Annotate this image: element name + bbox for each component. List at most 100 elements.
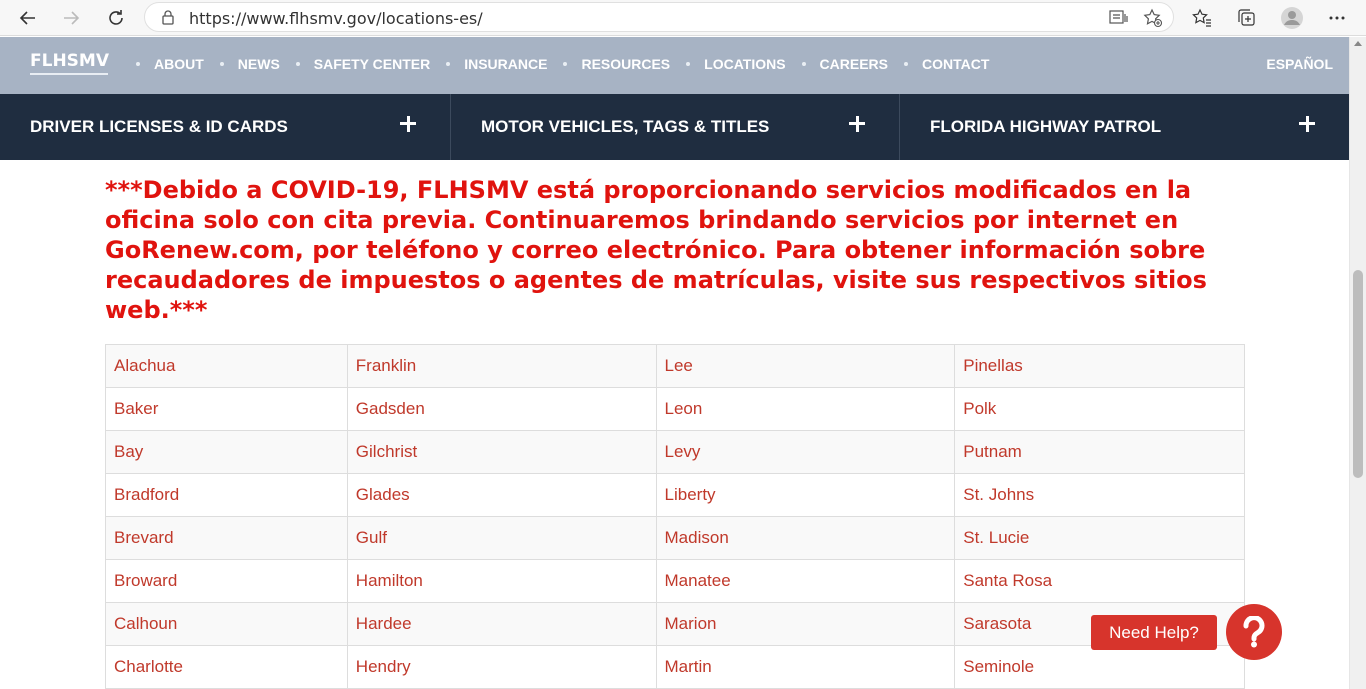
page-scrollbar[interactable] [1349,37,1366,689]
forward-button[interactable] [58,5,84,31]
site-logo[interactable]: FLHSMV [30,51,109,75]
county-link[interactable]: Hendry [346,645,657,689]
menu-bullet [219,62,224,66]
arrow-left-icon [19,11,35,25]
menu-label: CONTACT [922,56,990,72]
address-bar[interactable]: https://www.flhsmv.gov/locations-es/ [144,2,1174,32]
county-table: Alachua Franklin Lee Pinellas Baker Gads… [105,344,1245,689]
back-button[interactable] [15,5,41,31]
menu-item-about[interactable]: ABOUT [136,56,220,72]
county-link[interactable]: Madison [655,516,956,560]
service-tab-driver-licenses[interactable]: DRIVER LICENSES & ID CARDS [0,94,451,160]
refresh-icon [109,10,123,25]
menu-bullet [801,62,806,66]
menu-label: ABOUT [154,56,204,72]
menu-label: CAREERS [819,56,889,72]
menu-item-contact[interactable]: CONTACT [904,56,1005,72]
refresh-button[interactable] [103,5,129,31]
county-link[interactable]: Leon [655,387,956,431]
table-row: Charlotte Hendry Martin Seminole [105,645,1245,689]
browser-toolbar: https://www.flhsmv.gov/locations-es/ [0,0,1366,36]
county-link[interactable]: Martin [655,645,956,689]
county-link[interactable]: Calhoun [105,602,348,646]
county-link[interactable]: Alachua [105,344,348,388]
service-tab-motor-vehicles[interactable]: MOTOR VEHICLES, TAGS & TITLES [451,94,900,160]
menu-bullet [295,62,300,66]
county-link[interactable]: Liberty [655,473,956,517]
menu-label: LOCATIONS [704,56,786,72]
county-link[interactable]: Gilchrist [346,430,657,474]
avatar-icon [1281,7,1303,29]
menu-label: SAFETY CENTER [313,56,431,72]
favorites-icon [1192,8,1211,27]
menu-label: RESOURCES [581,56,671,72]
service-nav: DRIVER LICENSES & ID CARDS MOTOR VEHICLE… [0,94,1349,160]
collections-button[interactable] [1233,5,1259,31]
more-options-button[interactable] [1324,5,1350,31]
table-row: Bay Gilchrist Levy Putnam [105,430,1245,474]
language-link[interactable]: ESPAÑOL [1266,56,1333,72]
menu-item-safety-center[interactable]: SAFETY CENTER [295,56,446,72]
county-link[interactable]: Seminole [954,645,1245,689]
plus-icon[interactable] [400,116,416,132]
county-link[interactable]: St. Johns [954,473,1245,517]
menu-item-news[interactable]: NEWS [219,56,296,72]
county-link[interactable]: Brevard [105,516,348,560]
county-link[interactable]: Glades [346,473,657,517]
county-link[interactable]: Bradford [105,473,348,517]
scroll-thumb[interactable] [1353,270,1363,478]
county-link[interactable]: Pinellas [954,344,1245,388]
county-link[interactable]: Franklin [346,344,657,388]
menu-bullet [446,62,451,66]
reading-view-icon[interactable] [1109,9,1129,30]
menu-bullet [136,62,140,66]
plus-icon[interactable] [1299,116,1315,132]
county-link[interactable]: Levy [655,430,956,474]
favorites-button[interactable] [1189,5,1215,31]
county-link[interactable]: Broward [105,559,348,603]
scroll-up-arrow[interactable] [1354,41,1362,46]
county-link[interactable]: Bay [105,430,348,474]
table-row: Bradford Glades Liberty St. Johns [105,473,1245,517]
table-row: Alachua Franklin Lee Pinellas [105,344,1245,388]
county-link[interactable]: Polk [954,387,1245,431]
menu-bullet [686,62,691,66]
table-row: Broward Hamilton Manatee Santa Rosa [105,559,1245,603]
plus-icon[interactable] [849,116,865,132]
county-link[interactable]: Hamilton [346,559,657,603]
table-row: Brevard Gulf Madison St. Lucie [105,516,1245,560]
county-link[interactable]: Baker [105,387,348,431]
need-help-button[interactable]: Need Help? [1091,615,1217,650]
service-tab-label: MOTOR VEHICLES, TAGS & TITLES [481,117,770,136]
county-link[interactable]: Putnam [954,430,1245,474]
county-link[interactable]: Gadsden [346,387,657,431]
county-link[interactable]: Santa Rosa [954,559,1245,603]
logo-underline [30,73,108,75]
county-link[interactable]: Marion [655,602,956,646]
menu-bullet [904,62,909,66]
county-link[interactable]: St. Lucie [954,516,1245,560]
main-menu: ABOUT NEWS SAFETY CENTER INSURANCE RESOU… [136,56,1005,72]
covid-notice: ***Debido a COVID-19, FLHSMV está propor… [105,176,1207,324]
question-icon [1243,616,1265,648]
menu-label: NEWS [237,56,280,72]
help-button[interactable] [1226,604,1282,660]
county-link[interactable]: Manatee [655,559,956,603]
table-row: Calhoun Hardee Marion Sarasota [105,602,1245,646]
county-link[interactable]: Lee [655,344,956,388]
menu-item-resources[interactable]: RESOURCES [563,56,686,72]
table-row: Baker Gadsden Leon Polk [105,387,1245,431]
add-favorite-icon[interactable] [1143,8,1163,33]
logo-text: FLHSMV [30,51,109,71]
menu-item-careers[interactable]: CAREERS [801,56,904,72]
menu-label: INSURANCE [464,56,548,72]
service-tab-highway-patrol[interactable]: FLORIDA HIGHWAY PATROL [900,94,1349,160]
menu-item-insurance[interactable]: INSURANCE [446,56,563,72]
county-link[interactable]: Gulf [346,516,657,560]
profile-button[interactable] [1279,5,1305,31]
county-link[interactable]: Charlotte [105,645,348,689]
site-top-nav: FLHSMV ABOUT NEWS SAFETY CENTER INSURANC… [0,37,1349,94]
county-link[interactable]: Hardee [346,602,657,646]
menu-item-locations[interactable]: LOCATIONS [686,56,801,72]
service-tab-label: FLORIDA HIGHWAY PATROL [930,117,1162,136]
